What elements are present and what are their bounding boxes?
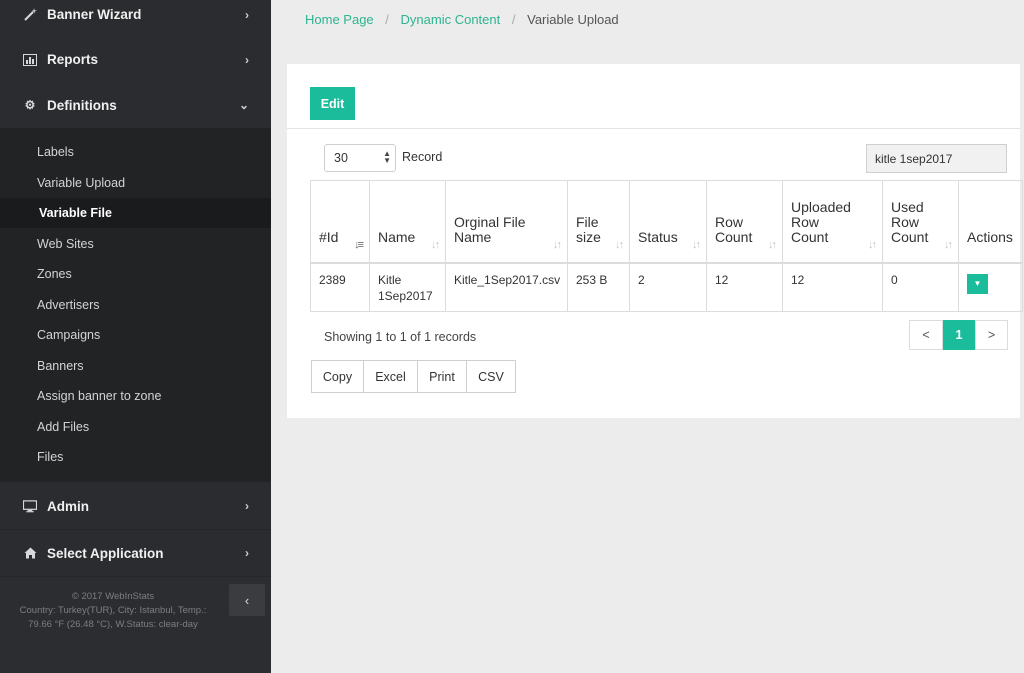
table-header-row: #Id ↓≡ Name ↓↑ Orginal File Name ↓↑ File s… [310, 180, 1023, 264]
sidebar-item-label: Definitions [47, 97, 117, 113]
excel-button[interactable]: Excel [363, 360, 418, 393]
sidebar-item-select-application[interactable]: Select Application › [0, 530, 271, 577]
sort-icon: ↓↑ [944, 239, 953, 251]
divider [287, 128, 1020, 129]
sidebar-item-label: Reports [47, 52, 99, 67]
sidebar-item-label: Admin [47, 498, 89, 514]
cell-actions: ▼ [958, 262, 1023, 312]
weather-text: 79.66 °F (26.48 °C), W.Status: clear-day [28, 619, 198, 630]
sidebar-item-zones[interactable]: Zones [0, 259, 271, 289]
cell-status: 2 [629, 262, 707, 312]
sidebar-item-files[interactable]: Files [0, 442, 271, 472]
sort-icon: ↓↑ [768, 239, 777, 251]
breadcrumb: Home Page / Dynamic Content / Variable U… [305, 12, 619, 27]
sort-icon: ↓↑ [431, 239, 440, 251]
magic-wand-icon [23, 8, 37, 22]
sidebar-footer: © 2017 WebInStats Country: Turkey(TUR), … [0, 590, 226, 632]
sort-icon: ↓↑ [615, 239, 624, 251]
gear-icon: ⚙ [24, 98, 36, 112]
pagination-page-1[interactable]: 1 [943, 320, 975, 350]
sidebar-item-reports[interactable]: Reports › [0, 37, 271, 83]
sidebar-item-banners[interactable]: Banners [0, 351, 271, 381]
breadcrumb-current: Variable Upload [527, 12, 619, 27]
column-header-used-row-count[interactable]: Used Row Count ↓↑ [882, 180, 959, 264]
sidebar-item-definitions[interactable]: ⚙ Definitions ⌄ [0, 82, 271, 129]
monitor-icon [23, 499, 37, 513]
home-icon [23, 546, 37, 560]
column-header-row-count[interactable]: Row Count ↓↑ [706, 180, 783, 264]
chevron-right-icon: › [245, 499, 249, 513]
copy-button[interactable]: Copy [311, 360, 364, 393]
chevron-left-icon: ‹ [244, 592, 250, 608]
breadcrumb-home-link[interactable]: Home Page [305, 12, 374, 27]
breadcrumb-separator: / [511, 12, 516, 27]
table-info-text: Showing 1 to 1 of 1 records [324, 330, 477, 344]
select-arrows-icon: ▲ ▼ [383, 149, 391, 165]
cell-uploaded-row-count: 12 [782, 262, 883, 312]
caret-down-icon: ▼ [973, 279, 982, 288]
sidebar-item-advertisers[interactable]: Advertisers [0, 290, 271, 320]
chevron-right-icon: › [245, 7, 249, 22]
pagination-next[interactable]: > [975, 320, 1008, 350]
table-row: 2389 Kitle 1Sep2017 Kitle_1Sep2017.csv 25… [310, 262, 1023, 312]
sidebar-item-add-files[interactable]: Add Files [0, 412, 271, 442]
export-buttons: Copy Excel Print CSV [311, 360, 516, 393]
page-length-value: 30 [334, 151, 348, 165]
definitions-submenu: Labels Variable Upload Variable File Web… [0, 128, 271, 482]
sidebar-item-labels[interactable]: Labels [0, 137, 271, 167]
search-input[interactable] [866, 144, 1007, 173]
column-header-id[interactable]: #Id ↓≡ [310, 180, 370, 264]
sidebar: Banner Wizard › Reports › ⚙ Definitions … [0, 0, 271, 673]
sidebar-item-admin[interactable]: Admin › [0, 483, 271, 530]
row-actions-dropdown-button[interactable]: ▼ [967, 274, 988, 294]
sidebar-item-banner-wizard[interactable]: Banner Wizard › [0, 0, 271, 38]
cell-id: 2389 [310, 262, 370, 312]
breadcrumb-dynamic-content-link[interactable]: Dynamic Content [401, 12, 501, 27]
chevron-right-icon: › [245, 546, 249, 560]
sidebar-item-campaigns[interactable]: Campaigns [0, 320, 271, 350]
cell-used-row-count: 0 [882, 262, 959, 312]
page-length-select[interactable]: 30 ▲ ▼ [324, 144, 396, 172]
location-text: Country: Turkey(TUR), City: Istanbul, Te… [19, 605, 207, 616]
sort-icon: ↓↑ [692, 239, 701, 251]
column-header-status[interactable]: Status ↓↑ [629, 180, 707, 264]
collapse-sidebar-button[interactable]: ‹ [229, 584, 265, 616]
sidebar-item-label: Banner Wizard [47, 7, 142, 22]
cell-original-file-name: Kitle_1Sep2017.csv [445, 262, 568, 312]
sort-icon: ↓↑ [553, 239, 562, 251]
column-header-file-size[interactable]: File size ↓↑ [567, 180, 630, 264]
sidebar-item-variable-file[interactable]: Variable File [0, 198, 271, 228]
csv-button[interactable]: CSV [466, 360, 516, 393]
sidebar-item-label: Select Application [47, 545, 164, 561]
bar-chart-icon [23, 53, 37, 67]
print-button[interactable]: Print [417, 360, 467, 393]
column-header-uploaded-row-count[interactable]: Uploaded Row Count ↓↑ [782, 180, 883, 264]
pagination: < 1 > [909, 320, 1008, 350]
record-label: Record [402, 150, 443, 164]
cell-name: Kitle 1Sep2017 [369, 262, 446, 312]
cell-file-size: 253 B [567, 262, 630, 312]
column-header-name[interactable]: Name ↓↑ [369, 180, 446, 264]
chevron-right-icon: › [245, 52, 249, 67]
edit-button[interactable]: Edit [310, 87, 355, 120]
sidebar-item-variable-upload[interactable]: Variable Upload [0, 168, 271, 198]
cell-row-count: 12 [706, 262, 783, 312]
column-header-original-file-name[interactable]: Orginal File Name ↓↑ [445, 180, 568, 264]
sort-asc-icon: ↓≡ [354, 239, 364, 251]
content-panel: Edit 30 ▲▼ Record #Id ↓≡ Name ↓↑ Orginal… [287, 64, 1023, 418]
column-header-actions: Actions [958, 180, 1023, 264]
sidebar-item-web-sites[interactable]: Web Sites [0, 229, 271, 259]
chevron-down-icon: ⌄ [238, 98, 249, 112]
sort-icon: ↓↑ [868, 239, 877, 251]
sidebar-item-assign-banner-to-zone[interactable]: Assign banner to zone [0, 381, 271, 411]
data-table: #Id ↓≡ Name ↓↑ Orginal File Name ↓↑ File s… [310, 180, 1023, 312]
copyright-text: © 2017 WebInStats [71, 591, 155, 602]
pagination-previous[interactable]: < [909, 320, 943, 350]
breadcrumb-separator: / [385, 12, 389, 27]
